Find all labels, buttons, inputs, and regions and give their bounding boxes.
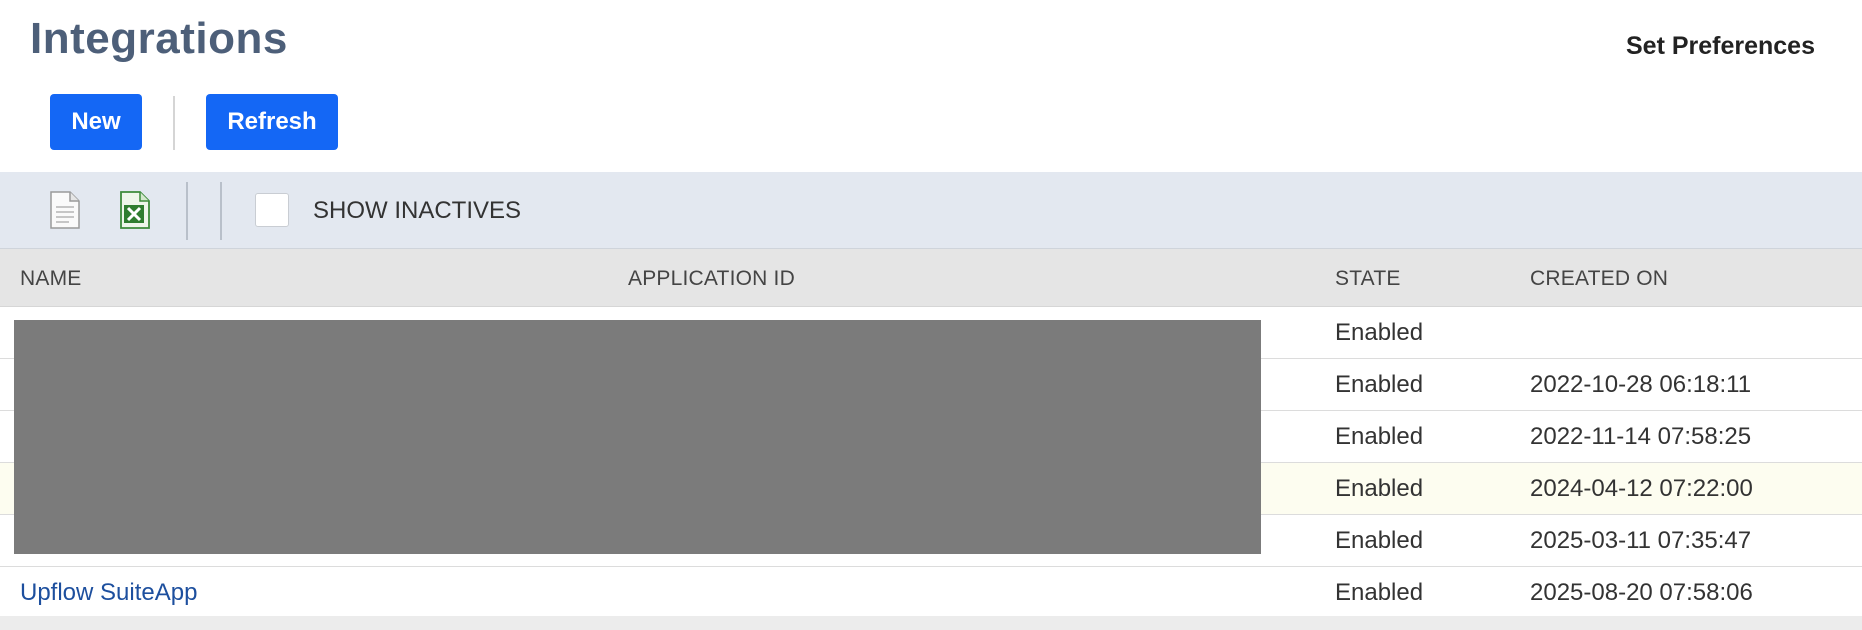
toolbar-separator (186, 182, 188, 240)
show-inactives-checkbox[interactable] (255, 193, 289, 227)
row-created-on: 2024-04-12 07:22:00 (1530, 475, 1753, 502)
toolbar-separator (220, 182, 222, 240)
refresh-button[interactable]: Refresh (206, 94, 338, 150)
row-created-on: 2025-03-11 07:35:47 (1530, 527, 1752, 554)
row-state: Enabled (1335, 371, 1424, 398)
row-name[interactable]: Upflow SuiteApp (20, 579, 197, 607)
row-state: Enabled (1335, 579, 1424, 606)
column-header-state[interactable]: STATE (1335, 267, 1401, 291)
footer-strip (0, 616, 1862, 630)
row-state: Enabled (1335, 527, 1424, 554)
row-state: Enabled (1335, 319, 1424, 346)
document-icon[interactable] (47, 190, 83, 230)
column-header-application-id[interactable]: APPLICATION ID (628, 267, 795, 291)
show-inactives-label: SHOW INACTIVES (313, 197, 522, 224)
column-header-name[interactable]: NAME (20, 267, 81, 291)
new-button[interactable]: New (50, 94, 142, 150)
table-header: NAME APPLICATION ID STATE CREATED ON (0, 249, 1862, 307)
row-created-on: 2022-11-14 07:58:25 (1530, 423, 1752, 450)
list-toolbar: SHOW INACTIVES (0, 172, 1862, 249)
column-header-created-on[interactable]: CREATED ON (1530, 267, 1668, 291)
table-row[interactable]: Upflow SuiteApp Enabled 2025-08-20 07:58… (0, 567, 1862, 619)
excel-icon[interactable] (117, 190, 153, 230)
button-divider (173, 96, 175, 150)
row-state: Enabled (1335, 423, 1424, 450)
row-state: Enabled (1335, 475, 1424, 502)
redaction-block (14, 320, 1261, 554)
set-preferences-link[interactable]: Set Preferences (1626, 32, 1815, 61)
row-created-on: 2025-08-20 07:58:06 (1530, 579, 1753, 606)
row-created-on: 2022-10-28 06:18:11 (1530, 371, 1752, 398)
page-title: Integrations (30, 14, 288, 63)
